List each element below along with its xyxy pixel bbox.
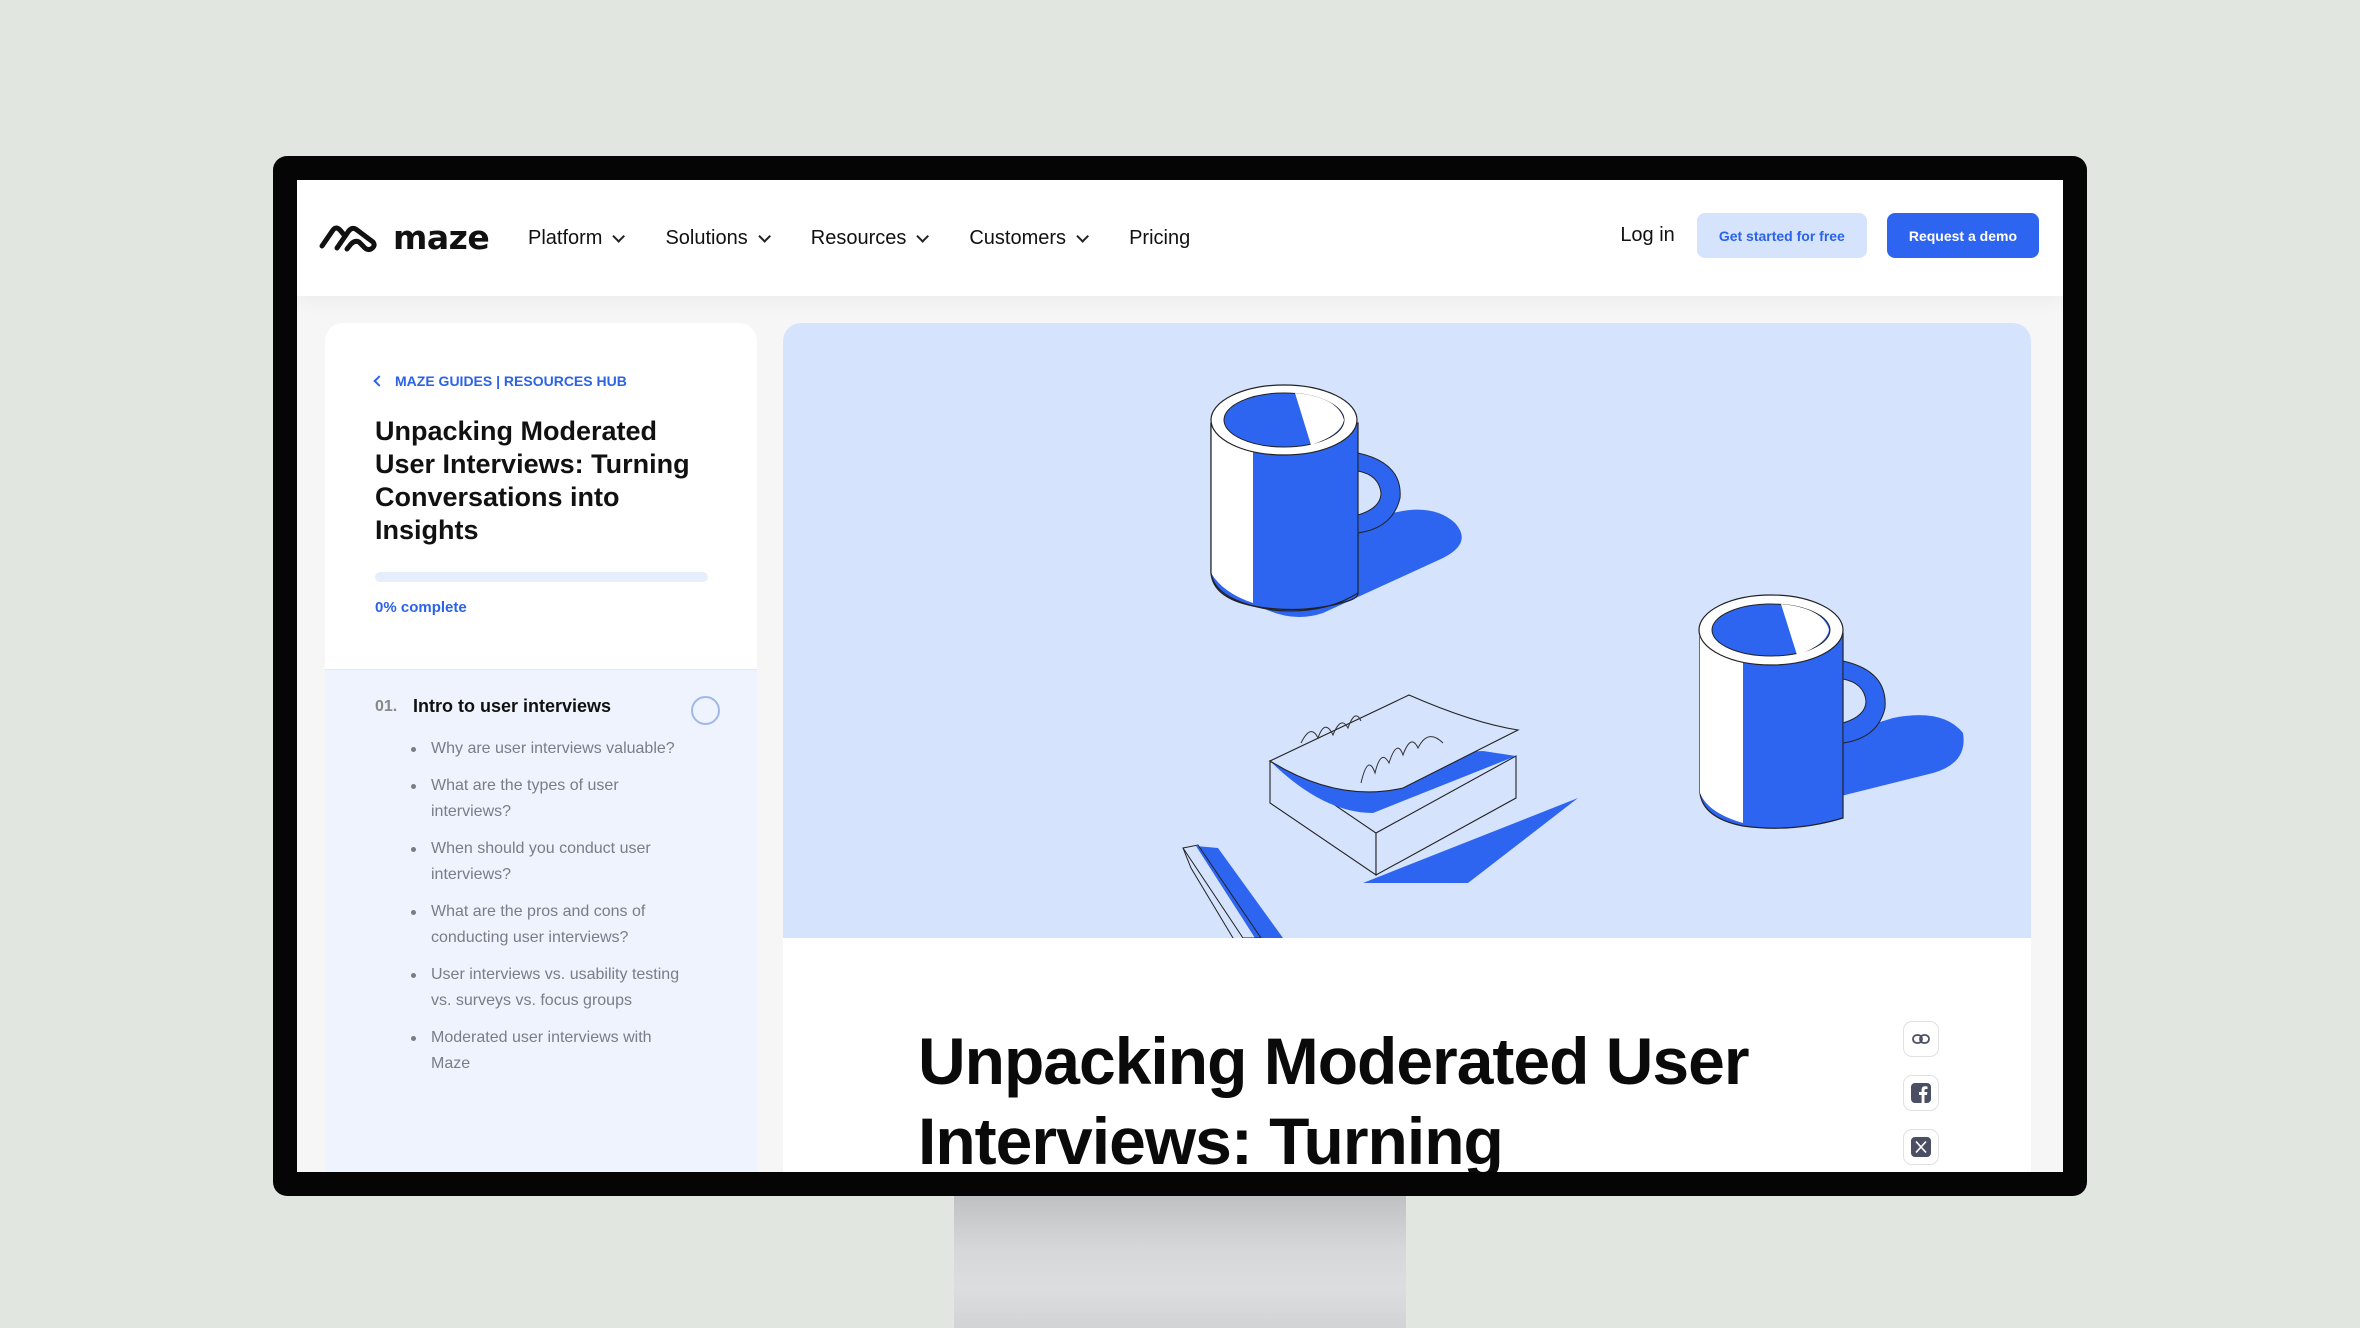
menu-item-platform[interactable]: Platform	[528, 226, 626, 250]
login-link[interactable]: Log in	[1620, 224, 1675, 247]
toc-item[interactable]: User interviews vs. usability testing vs…	[411, 962, 691, 1014]
chevron-down-icon	[1076, 229, 1090, 243]
chevron-left-icon	[373, 375, 385, 387]
breadcrumb-label: MAZE GUIDES | RESOURCES HUB	[395, 373, 627, 389]
menu-label: Solutions	[665, 226, 748, 249]
pencil-illustration	[1182, 844, 1283, 938]
facebook-share-button[interactable]	[1903, 1075, 1939, 1111]
menu-item-resources[interactable]: Resources	[810, 226, 930, 250]
chevron-down-icon	[916, 229, 930, 243]
menu-item-customers[interactable]: Customers	[969, 226, 1090, 250]
mug-illustration	[1210, 384, 1462, 617]
main-menu: Platform Solutions Resources Customers P…	[528, 180, 1234, 296]
toc-item[interactable]: Moderated user interviews with Maze	[411, 1025, 691, 1077]
chapter-heading[interactable]: 01. Intro to user interviews	[375, 696, 611, 717]
top-navigation: maze Platform Solutions Resources Custom…	[297, 180, 2063, 296]
mug-illustration	[1698, 594, 1964, 829]
article-main: Unpacking Moderated User Interviews: Tur…	[783, 323, 2031, 1172]
toc-item[interactable]: When should you conduct user interviews?	[411, 836, 691, 888]
menu-label: Resources	[810, 226, 907, 249]
menu-label: Pricing	[1129, 226, 1191, 249]
menu-item-solutions[interactable]: Solutions	[665, 226, 771, 250]
article-title: Unpacking Moderated User Interviews: Tur…	[918, 1024, 1750, 1172]
guide-sidebar: MAZE GUIDES | RESOURCES HUB Unpacking Mo…	[325, 323, 757, 1172]
menu-label: Platform	[528, 226, 603, 249]
toc-item[interactable]: What are the pros and cons of conducting…	[411, 899, 691, 951]
chevron-down-icon	[758, 229, 771, 243]
maze-logo-icon	[319, 225, 377, 252]
progress-label: 0% complete	[375, 599, 467, 616]
toc-item[interactable]: What are the types of user interviews?	[411, 773, 691, 825]
chapter-number: 01.	[375, 697, 398, 715]
x-share-button[interactable]	[1903, 1129, 1939, 1165]
hero-illustration	[783, 323, 2031, 938]
toc-item[interactable]: Why are user interviews valuable?	[411, 736, 691, 762]
maze-logo[interactable]: maze	[317, 218, 490, 257]
menu-label: Customers	[969, 226, 1067, 249]
x-icon	[1911, 1137, 1931, 1157]
progress-bar	[375, 572, 708, 582]
brand-name: maze	[393, 218, 490, 257]
browser-screen: maze Platform Solutions Resources Custom…	[297, 180, 2063, 1172]
monitor-stand	[954, 1195, 1406, 1328]
table-of-contents: 01. Intro to user interviews Why are use…	[325, 669, 757, 1172]
chapter-title: Intro to user interviews	[413, 696, 612, 716]
facebook-icon	[1911, 1083, 1931, 1103]
breadcrumb[interactable]: MAZE GUIDES | RESOURCES HUB	[373, 373, 627, 389]
chapter-sections: Why are user interviews valuable? What a…	[411, 736, 691, 1088]
nav-actions: Log in Get started for free Request a de…	[1620, 213, 2039, 258]
illustration-svg	[1182, 384, 1964, 938]
copy-link-button[interactable]	[1903, 1021, 1939, 1057]
guide-title: Unpacking Moderated User Interviews: Tur…	[375, 416, 690, 545]
request-demo-button[interactable]: Request a demo	[1886, 213, 2039, 258]
notepad-illustration	[1268, 694, 1578, 883]
link-icon	[1912, 1034, 1930, 1044]
get-started-button[interactable]: Get started for free	[1696, 213, 1867, 258]
chapter-status-circle-icon	[691, 696, 720, 725]
menu-item-pricing[interactable]: Pricing	[1129, 227, 1190, 250]
chevron-down-icon	[612, 229, 626, 243]
